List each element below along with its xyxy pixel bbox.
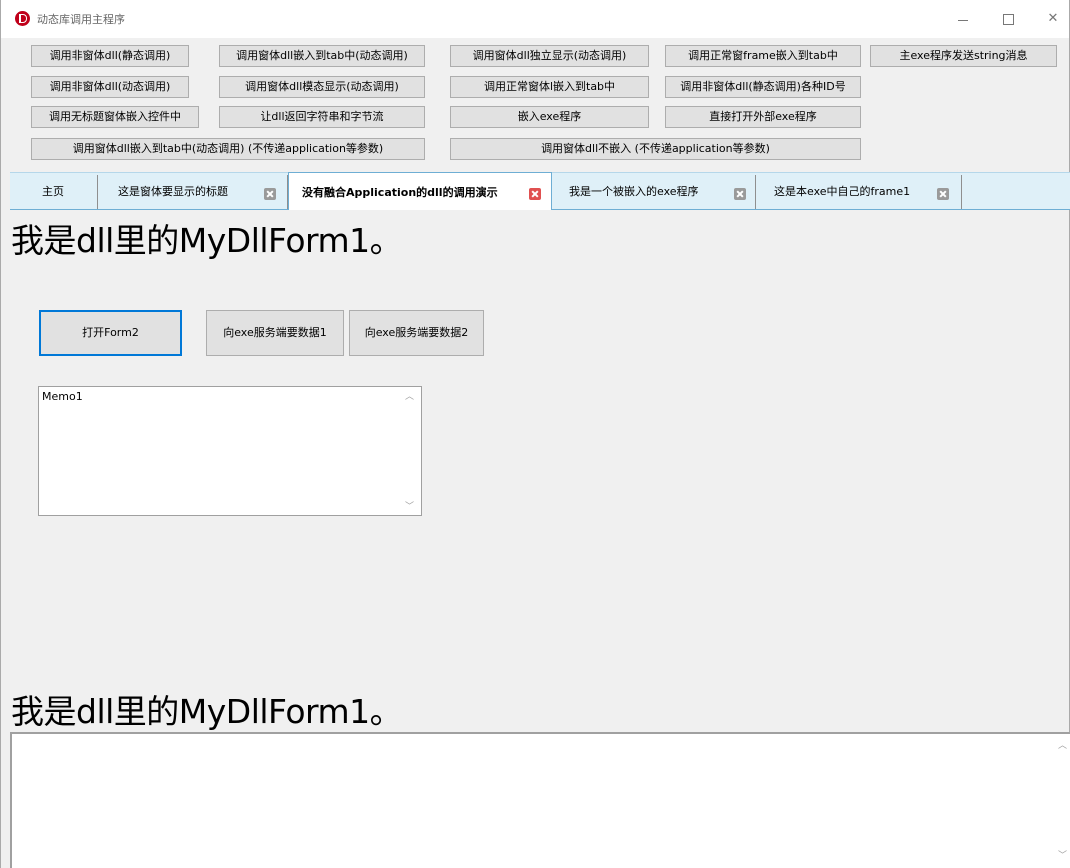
memo-text: Memo1: [42, 390, 83, 403]
memo1-textarea[interactable]: Memo1 ︿ ﹀: [38, 386, 422, 516]
request-data1-button[interactable]: 向exe服务端要数据1: [206, 310, 344, 356]
tab-label: 没有融合Application的dll的调用演示: [302, 186, 498, 199]
call-form-dll-embed-tab-noparams-button[interactable]: 调用窗体dll嵌入到tab中(动态调用) (不传递application等参数): [31, 138, 425, 160]
scroll-down-icon[interactable]: ﹀: [1058, 852, 1067, 861]
tab-no-application-dll-demo[interactable]: 没有融合Application的dll的调用演示: [288, 172, 552, 210]
call-form-dll-modal-dynamic-button[interactable]: 调用窗体dll模态显示(动态调用): [219, 76, 425, 98]
tab-close-icon[interactable]: [264, 188, 276, 200]
tab-embedded-exe[interactable]: 我是一个被嵌入的exe程序: [552, 175, 756, 209]
tab-close-icon[interactable]: [937, 188, 949, 200]
window-title: 动态库调用主程序: [37, 13, 125, 26]
tab-close-icon[interactable]: [734, 188, 746, 200]
call-form-dll-embed-tab-dynamic-button[interactable]: 调用窗体dll嵌入到tab中(动态调用): [219, 45, 425, 67]
tab-home[interactable]: 主页: [10, 175, 98, 209]
scroll-up-icon[interactable]: ︿: [1058, 742, 1067, 751]
tab-own-frame1[interactable]: 这是本exe中自己的frame1: [756, 175, 962, 209]
call-nonform-dll-dynamic-button[interactable]: 调用非窗体dll(动态调用): [31, 76, 189, 98]
dll-form-heading-bottom: 我是dll里的MyDllForm1。: [11, 692, 403, 731]
tab-close-icon[interactable]: [529, 188, 541, 200]
scroll-down-icon[interactable]: ﹀: [405, 503, 414, 512]
scroll-up-icon[interactable]: ︿: [405, 393, 414, 402]
call-nonform-dll-static-button[interactable]: 调用非窗体dll(静态调用): [31, 45, 189, 67]
tab-label: 这是窗体要显示的标题: [118, 185, 228, 198]
dll-form-heading-top: 我是dll里的MyDllForm1。: [11, 221, 403, 260]
request-data2-button[interactable]: 向exe服务端要数据2: [349, 310, 484, 356]
call-untitled-form-embed-button[interactable]: 调用无标题窗体嵌入控件中: [31, 106, 199, 128]
call-normal-frame-embed-tab-button[interactable]: 调用正常窗frame嵌入到tab中: [665, 45, 861, 67]
call-form-dll-noembed-noparams-button[interactable]: 调用窗体dll不嵌入 (不传递application等参数): [450, 138, 861, 160]
call-form-dll-standalone-dynamic-button[interactable]: 调用窗体dll独立显示(动态调用): [450, 45, 649, 67]
call-normal-form-embed-tab-button[interactable]: 调用正常窗体l嵌入到tab中: [450, 76, 649, 98]
app-logo-icon: [15, 11, 30, 26]
close-button[interactable]: ✕: [1041, 8, 1065, 30]
main-exe-send-string-button[interactable]: 主exe程序发送string消息: [870, 45, 1057, 67]
open-external-exe-button[interactable]: 直接打开外部exe程序: [665, 106, 861, 128]
open-form2-button[interactable]: 打开Form2: [39, 310, 182, 356]
tab-label: 这是本exe中自己的frame1: [774, 185, 911, 198]
call-nonform-dll-static-ids-button[interactable]: 调用非窗体dll(静态调用)各种ID号: [665, 76, 861, 98]
title-bar: 动态库调用主程序 ✕: [1, 0, 1069, 38]
main-window: 动态库调用主程序 ✕ 调用非窗体dll(静态调用) 调用窗体dll嵌入到tab中…: [0, 0, 1070, 868]
embed-exe-button[interactable]: 嵌入exe程序: [450, 106, 649, 128]
tab-label: 主页: [42, 185, 64, 198]
tab-label: 我是一个被嵌入的exe程序: [569, 185, 699, 198]
tab-strip: 主页 这是窗体要显示的标题 没有融合Application的dll的调用演示 我…: [10, 172, 1070, 210]
maximize-button[interactable]: [996, 8, 1020, 30]
dll-return-string-bytes-button[interactable]: 让dll返回字符串和字节流: [219, 106, 425, 128]
bottom-memo-textarea[interactable]: ︿ ﹀: [10, 732, 1070, 868]
tab-form-title[interactable]: 这是窗体要显示的标题: [98, 175, 288, 209]
minimize-button[interactable]: [951, 8, 975, 30]
